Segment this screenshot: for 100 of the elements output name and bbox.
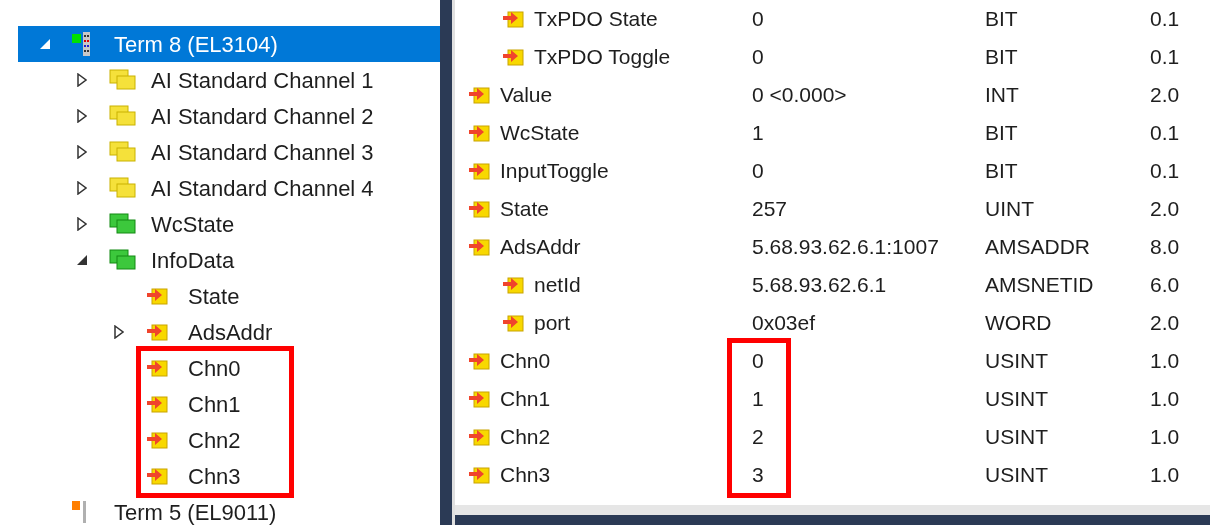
tree-item[interactable]: Term 5 (EL9011) [18,494,440,525]
variable-value: 0 <0.000> [752,82,848,109]
variable-row[interactable]: Chn3 3 USINT 1.0 [455,456,1210,494]
variable-name: netId [534,272,581,299]
collapsed-arrow-icon[interactable] [77,145,87,159]
variable-size: 0.1 [1150,120,1180,147]
variable-type: BIT [985,6,1019,33]
variable-name: Value [500,82,553,109]
tree-item-label: Term 8 (EL3104) [114,30,278,59]
variable-type: USINT [985,424,1049,451]
variable-value: 257 [752,196,789,223]
variable-size: 0.1 [1150,158,1180,185]
variable-type: AMSNETID [985,272,1095,299]
variable-size: 8.0 [1150,234,1180,261]
collapsed-arrow-icon[interactable] [77,181,87,195]
tree-item[interactable]: Chn0 [18,350,440,386]
tree-item[interactable]: Chn2 [18,422,440,458]
tree-item[interactable]: AI Standard Channel 1 [18,62,440,98]
collapsed-arrow-icon[interactable] [114,325,124,339]
collapsed-arrow-icon[interactable] [77,217,87,231]
tree-item-label: AdsAddr [188,318,273,347]
variable-row[interactable]: Value 0 <0.000> INT 2.0 [455,76,1210,114]
input-variable-icon [468,161,490,181]
variable-row[interactable]: State 257 UINT 2.0 [455,190,1210,228]
folder-stack-icon [109,177,137,199]
variable-name: Chn1 [500,386,551,413]
input-variable-icon [468,123,490,143]
tree-item-label: Term 5 (EL9011) [114,498,277,525]
variable-size: 2.0 [1150,310,1180,337]
variable-type: BIT [985,120,1019,147]
input-variable-icon [468,85,490,105]
variable-row[interactable]: port 0x03ef WORD 2.0 [455,304,1210,342]
tree-item-label: WcState [151,210,235,239]
tree-item-label: InfoData [151,246,235,275]
variable-type: WORD [985,310,1053,337]
input-variable-icon [146,394,168,414]
folder-stack-icon [109,69,137,91]
tree-item[interactable]: Term 8 (EL3104) [18,26,440,62]
variable-row[interactable]: AdsAddr 5.68.93.62.6.1:1007 AMSADDR 8.0 [455,228,1210,266]
variable-value: 1 [752,386,765,413]
variable-type: USINT [985,386,1049,413]
input-variable-icon [468,199,490,219]
input-variable-icon [502,47,524,67]
variable-type: USINT [985,348,1049,375]
input-variable-icon [146,358,168,378]
variable-row[interactable]: Chn1 1 USINT 1.0 [455,380,1210,418]
variable-row[interactable]: Chn0 0 USINT 1.0 [455,342,1210,380]
tree-item[interactable]: InfoData [18,242,440,278]
input-variable-icon [146,430,168,450]
tree-item[interactable]: State [18,278,440,314]
variable-size: 1.0 [1150,348,1180,375]
variable-value: 2 [752,424,765,451]
variable-value: 0 [752,348,765,375]
variable-value: 0 [752,44,765,71]
tree-item-label: AI Standard Channel 3 [151,138,374,167]
collapsed-arrow-icon[interactable] [77,109,87,123]
variable-value: 0x03ef [752,310,817,337]
tree-item-label: AI Standard Channel 1 [151,66,374,95]
variable-name: State [500,196,550,223]
variable-name: TxPDO Toggle [534,44,671,71]
variable-row[interactable]: TxPDO Toggle 0 BIT 0.1 [455,38,1210,76]
variable-size: 1.0 [1150,424,1180,451]
tree-item[interactable]: AI Standard Channel 4 [18,170,440,206]
variable-size: 2.0 [1150,196,1180,223]
tree-item-label: Chn0 [188,354,241,383]
tree-item[interactable]: AdsAddr [18,314,440,350]
tree-item-label: AI Standard Channel 4 [151,174,374,203]
input-variable-icon [146,466,168,486]
expanded-arrow-icon[interactable] [77,255,87,265]
variable-type: BIT [985,158,1019,185]
tree-item-label: Chn2 [188,426,241,455]
variable-size: 2.0 [1150,82,1180,109]
variable-name: WcState [500,120,580,147]
variable-row[interactable]: Chn2 2 USINT 1.0 [455,418,1210,456]
variable-type: USINT [985,462,1049,489]
tree-item[interactable]: AI Standard Channel 2 [18,98,440,134]
variable-name: TxPDO State [534,6,658,33]
variable-row[interactable]: TxPDO State 0 BIT 0.1 [455,0,1210,38]
variable-value: 0 [752,158,765,185]
variable-name: port [534,310,571,337]
variable-row[interactable]: InputToggle 0 BIT 0.1 [455,152,1210,190]
tree-item[interactable]: Chn1 [18,386,440,422]
input-variable-icon [146,286,168,306]
tree-item-label: State [188,282,240,311]
tree-item[interactable]: Chn3 [18,458,440,494]
tree-item-label: Chn1 [188,390,241,419]
variable-type: INT [985,82,1020,109]
variable-value: 0 [752,6,765,33]
input-variable-icon [468,389,490,409]
tree-item[interactable]: WcState [18,206,440,242]
tree-item-label: AI Standard Channel 2 [151,102,374,131]
tree-item-label: Chn3 [188,462,241,491]
input-variable-icon [146,322,168,342]
tree-item[interactable]: AI Standard Channel 3 [18,134,440,170]
input-variable-icon [468,427,490,447]
variable-row[interactable]: WcState 1 BIT 0.1 [455,114,1210,152]
variable-row[interactable]: netId 5.68.93.62.6.1 AMSNETID 6.0 [455,266,1210,304]
collapsed-arrow-icon[interactable] [77,73,87,87]
variable-value: 5.68.93.62.6.1 [752,272,888,299]
variable-size: 6.0 [1150,272,1180,299]
